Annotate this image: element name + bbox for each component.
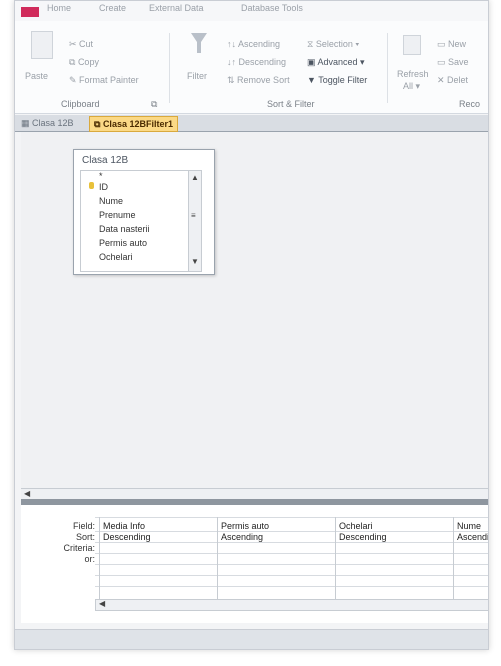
file-button[interactable] bbox=[21, 7, 39, 17]
scroll-up-icon[interactable]: ▲ bbox=[191, 173, 199, 182]
clipboard-group-label: Clipboard bbox=[61, 99, 100, 109]
field-item[interactable]: * bbox=[99, 171, 103, 181]
row-label-sort: Sort: bbox=[75, 532, 95, 542]
grid-column bbox=[453, 517, 454, 605]
save-record-button[interactable]: ▭ Save bbox=[437, 57, 469, 68]
field-item[interactable]: Permis auto bbox=[99, 238, 147, 248]
field-item[interactable]: Nume bbox=[99, 196, 123, 206]
grid-field-cell[interactable]: Permis auto bbox=[221, 521, 269, 531]
grid-hscrollbar[interactable]: ◀ bbox=[95, 599, 488, 611]
tab-database-tools[interactable]: Database Tools bbox=[241, 3, 303, 13]
tab-clasa-12b[interactable]: ▦ Clasa 12B bbox=[17, 116, 78, 130]
advanced-button[interactable]: ▣ Advanced ▾ bbox=[307, 57, 365, 68]
delete-record-button[interactable]: ✕ Delet bbox=[437, 75, 468, 86]
copy-label: Copy bbox=[77, 57, 99, 67]
selection-label: Selection ▾ bbox=[315, 39, 360, 49]
table-field-list[interactable]: Clasa 12B * ID Nume Prenume Data nasteri… bbox=[73, 149, 215, 275]
refresh-all-button[interactable]: Refresh bbox=[397, 69, 429, 79]
refresh-all-dropdown[interactable]: All ▾ bbox=[403, 81, 420, 92]
grid-line bbox=[95, 553, 488, 554]
grid-column bbox=[217, 517, 218, 605]
field-list[interactable]: * ID Nume Prenume Data nasterii Permis a… bbox=[80, 170, 202, 272]
paste-icon[interactable] bbox=[31, 31, 53, 59]
scroll-left-icon[interactable]: ◀ bbox=[24, 489, 30, 498]
sort-filter-group-label: Sort & Filter bbox=[267, 99, 315, 109]
tab-clasa-12bfilter1[interactable]: ⧉ Clasa 12BFilter1 bbox=[89, 116, 178, 132]
document-tab-bar: ▦ Clasa 12B ⧉ Clasa 12BFilter1 bbox=[15, 115, 488, 132]
field-item[interactable]: ID bbox=[99, 182, 108, 192]
advanced-label: Advanced ▾ bbox=[317, 57, 365, 67]
ribbon-separator bbox=[169, 33, 170, 103]
grid-sort-cell[interactable]: Ascending bbox=[221, 532, 263, 542]
filter-button[interactable]: Filter bbox=[187, 71, 207, 81]
field-item[interactable]: Ochelari bbox=[99, 252, 133, 262]
grid-line bbox=[95, 575, 488, 576]
save-record-label: Save bbox=[448, 57, 469, 67]
table-title: Clasa 12B bbox=[82, 155, 129, 166]
row-label-field: Field: bbox=[72, 521, 95, 531]
toggle-filter-button[interactable]: ▼ Toggle Filter bbox=[307, 75, 367, 85]
delete-record-label: Delet bbox=[447, 75, 469, 85]
descending-label: Descending bbox=[238, 57, 287, 67]
tab-create[interactable]: Create bbox=[99, 3, 126, 13]
primary-key-icon bbox=[89, 182, 94, 189]
field-list-scrollbar[interactable]: ▲ ≡ ▼ bbox=[188, 171, 201, 271]
tab-home[interactable]: Home bbox=[47, 3, 71, 13]
ribbon-separator bbox=[387, 33, 388, 103]
records-group-label: Reco bbox=[459, 99, 481, 109]
copy-button[interactable]: ⧉ Copy bbox=[69, 57, 99, 68]
grid-line bbox=[95, 542, 488, 543]
grid-field-cell[interactable]: Nume bbox=[457, 521, 481, 531]
status-bar bbox=[15, 629, 488, 649]
funnel-icon[interactable] bbox=[191, 33, 207, 55]
selection-button[interactable]: ⧖ Selection ▾ bbox=[307, 39, 359, 50]
toggle-filter-label: Toggle Filter bbox=[318, 75, 368, 85]
scroll-left-icon[interactable]: ◀ bbox=[99, 599, 105, 608]
cut-button[interactable]: ✂ Cut bbox=[69, 39, 93, 50]
tab-clasa-12bfilter1-label: Clasa 12BFilter1 bbox=[102, 119, 173, 129]
menu-tab-bar: Home Create External Data Database Tools bbox=[15, 1, 488, 22]
remove-sort-label: Remove Sort bbox=[237, 75, 290, 85]
tab-clasa-12b-label: Clasa 12B bbox=[32, 118, 74, 128]
grid-field-cell[interactable]: Ochelari bbox=[339, 521, 373, 531]
ascending-button[interactable]: ↑↓ Ascending bbox=[227, 39, 280, 49]
new-record-label: New bbox=[448, 39, 467, 49]
field-item[interactable]: Data nasterii bbox=[99, 224, 150, 234]
remove-sort-button[interactable]: ⇅ Remove Sort bbox=[227, 75, 290, 86]
grid-column bbox=[335, 517, 336, 605]
access-window: Home Create External Data Database Tools… bbox=[14, 0, 489, 650]
ascending-label: Ascending bbox=[238, 39, 281, 49]
grid-sort-cell[interactable]: Ascendin bbox=[457, 532, 488, 542]
row-label-or: or: bbox=[84, 554, 95, 564]
grid-line bbox=[95, 517, 488, 518]
grid-column bbox=[99, 517, 100, 605]
tab-external-data[interactable]: External Data bbox=[149, 3, 204, 13]
field-item[interactable]: Prenume bbox=[99, 210, 136, 220]
format-painter-label: Format Painter bbox=[79, 75, 139, 85]
grid-line bbox=[95, 564, 488, 565]
grid-line bbox=[95, 531, 488, 532]
grid-sort-cell[interactable]: Descending bbox=[339, 532, 387, 542]
format-painter-button[interactable]: ✎ Format Painter bbox=[69, 75, 139, 86]
paste-button[interactable]: Paste bbox=[25, 71, 48, 81]
grid-line bbox=[95, 586, 488, 587]
scroll-thumb-icon[interactable]: ≡ bbox=[191, 211, 196, 220]
refresh-icon[interactable] bbox=[403, 35, 421, 55]
design-pane-hscrollbar[interactable]: ◀ bbox=[21, 488, 488, 499]
row-label-criteria: Criteria: bbox=[63, 543, 95, 553]
scroll-down-icon[interactable]: ▼ bbox=[191, 257, 199, 266]
grid-sort-cell[interactable]: Descending bbox=[103, 532, 151, 542]
clipboard-launcher-icon[interactable]: ⧉ bbox=[151, 99, 157, 110]
new-record-button[interactable]: ▭ New bbox=[437, 39, 466, 50]
grid-field-cell[interactable]: Media Info bbox=[103, 521, 145, 531]
descending-button[interactable]: ↓↑ Descending bbox=[227, 57, 286, 67]
cut-label: Cut bbox=[79, 39, 94, 49]
ribbon: Paste ✂ Cut ⧉ Copy ✎ Format Painter Clip… bbox=[15, 21, 488, 114]
